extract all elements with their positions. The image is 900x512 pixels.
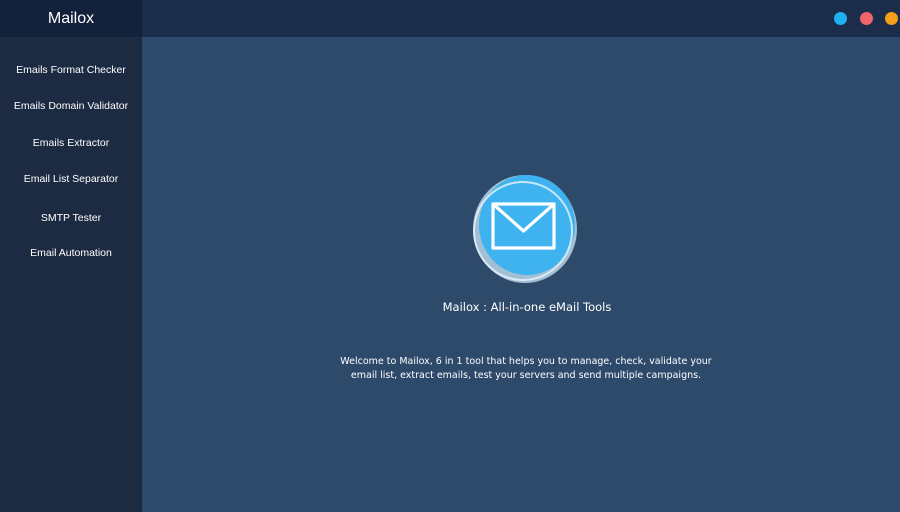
app-window: Mailox Emails Format Checker Emails Doma… bbox=[0, 0, 900, 512]
main-content: Mailox : All-in-one eMail Tools Welcome … bbox=[142, 37, 900, 512]
sidebar-item-smtp-tester[interactable]: SMTP Tester bbox=[0, 211, 142, 225]
sidebar-item-email-list-separator[interactable]: Email List Separator bbox=[0, 172, 142, 186]
app-brand: Mailox bbox=[0, 0, 142, 37]
welcome-description: Welcome to Mailox, 6 in 1 tool that help… bbox=[340, 356, 712, 381]
page-title: Mailox : All-in-one eMail Tools bbox=[442, 300, 612, 314]
title-bar bbox=[142, 0, 900, 37]
sidebar-item-email-automation[interactable]: Email Automation bbox=[0, 246, 142, 260]
sidebar-item-emails-domain-validator[interactable]: Emails Domain Validator bbox=[0, 99, 142, 113]
envelope-icon bbox=[472, 173, 578, 285]
sidebar-item-emails-extractor[interactable]: Emails Extractor bbox=[0, 136, 142, 150]
blue-dot-icon[interactable] bbox=[834, 12, 847, 25]
sidebar: Mailox Emails Format Checker Emails Doma… bbox=[0, 0, 142, 512]
sidebar-item-emails-format-checker[interactable]: Emails Format Checker bbox=[0, 63, 142, 77]
orange-dot-icon[interactable] bbox=[885, 12, 898, 25]
red-dot-icon[interactable] bbox=[860, 12, 873, 25]
